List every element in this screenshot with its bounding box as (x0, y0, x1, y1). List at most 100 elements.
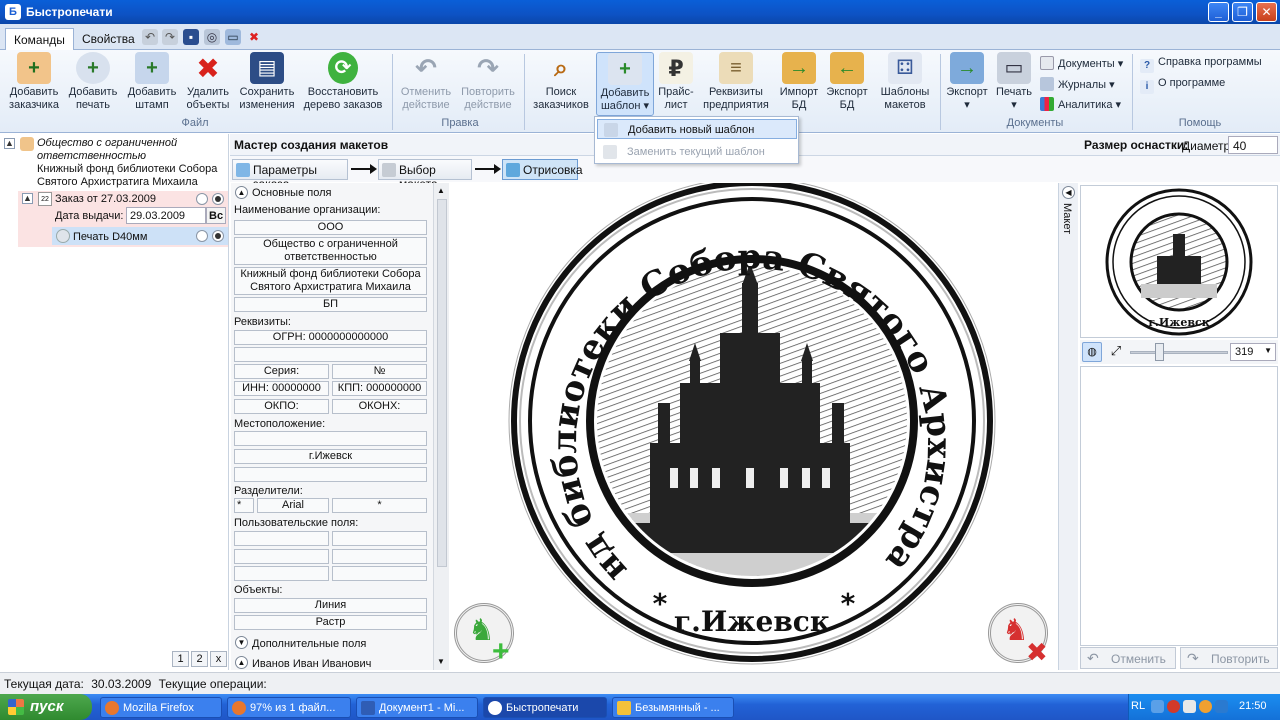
stamp-radio-on[interactable] (212, 230, 224, 242)
custom-field[interactable] (332, 566, 427, 581)
org-type-field[interactable]: ООО (234, 220, 427, 235)
search-customers-button[interactable]: ⌕ Поиск заказчиков (530, 52, 592, 112)
order-radio-off[interactable] (196, 193, 208, 205)
scroll-up-icon[interactable]: ▲ (437, 186, 445, 195)
tree-org[interactable]: Общество с ограниченной ответственностью (37, 137, 217, 163)
collapse-basic-icon[interactable]: ▲ (235, 186, 248, 199)
analytics-menu[interactable]: Аналитика ▾ (1040, 97, 1121, 111)
company-details-button[interactable]: ≡ Реквизиты предприятия (700, 52, 772, 112)
page-2-button[interactable]: 2 (191, 651, 208, 667)
fullscreen-icon[interactable]: ⤢ (1106, 342, 1126, 362)
weekday-button[interactable]: Вс (206, 207, 226, 224)
undo-button[interactable]: ↶ Отменить (1080, 647, 1176, 669)
export-db-button[interactable]: ← Экспорт БД (824, 52, 870, 112)
taskbar-item-firefox[interactable]: Mozilla Firefox (100, 697, 222, 718)
undo-action-button[interactable]: ↶ Отменить действие (396, 52, 456, 112)
update-icon[interactable] (1199, 700, 1212, 713)
custom-field[interactable] (332, 549, 427, 564)
stamp-radio-off[interactable] (196, 230, 208, 242)
fields-scrollbar[interactable]: ▲ ▼ (433, 183, 449, 670)
org-library-field[interactable]: Книжный фонд библиотеки Собора Святого А… (234, 267, 427, 295)
org-full-field[interactable]: Общество с ограниченной ответственностью (234, 237, 427, 265)
line-object-field[interactable]: Линия (234, 598, 427, 613)
collapse-toggle[interactable]: ▲ (22, 193, 33, 204)
font-field[interactable]: Arial (257, 498, 329, 513)
taskbar-item-download[interactable]: 97% из 1 файл... (227, 697, 351, 718)
redo-action-button[interactable]: ↷ Повторить действие (458, 52, 518, 112)
series-field[interactable]: Серия: (234, 364, 329, 379)
order-label[interactable]: Заказ от 27.03.2009 (55, 193, 156, 206)
step-choose-layout[interactable]: Выбор макета (378, 159, 472, 191)
custom-field[interactable] (234, 549, 329, 564)
price-list-button[interactable]: ₽ Прайс-лист (656, 52, 696, 112)
journals-menu[interactable]: Журналы ▾ (1040, 77, 1115, 91)
page-close-button[interactable]: x (210, 651, 227, 667)
step-drawing[interactable]: Отрисовка (502, 159, 583, 180)
undo-quick-icon[interactable]: ↶ (142, 29, 158, 45)
zoom-slider[interactable] (1130, 351, 1228, 354)
redo-quick-icon[interactable]: ↷ (162, 29, 178, 45)
collapse-person-icon[interactable]: ▲ (235, 656, 248, 669)
empty-field[interactable] (234, 347, 427, 362)
location-empty-field-2[interactable] (234, 467, 427, 482)
delete-objects-button[interactable]: ✖ Удалить объекты (182, 52, 234, 112)
start-button[interactable]: пуск (0, 694, 92, 720)
maximize-button[interactable]: ❐ (1232, 2, 1253, 22)
stamp-quick-icon[interactable]: ◎ (204, 29, 220, 45)
order-radio-on[interactable] (212, 193, 224, 205)
expand-extra-icon[interactable]: ▼ (235, 636, 248, 649)
kpp-field[interactable]: КПП: 000000000 (332, 381, 427, 396)
number-field[interactable]: № (332, 364, 427, 379)
inn-field[interactable]: ИНН: 00000000 (234, 381, 329, 396)
volume-icon[interactable] (1183, 700, 1196, 713)
shield-icon[interactable] (1167, 700, 1180, 713)
add-new-template-item[interactable]: Добавить новый шаблон (597, 119, 797, 139)
zoom-input[interactable]: 319 ▼ (1230, 343, 1276, 361)
scroll-thumb[interactable] (437, 199, 447, 567)
tab-properties[interactable]: Свойства (74, 28, 143, 50)
separator-left-field[interactable]: * (234, 498, 254, 513)
add-object-button[interactable]: ♞ + (454, 603, 520, 668)
tree-org-name[interactable]: Книжный фонд библиотеки Собора Святого А… (37, 163, 223, 189)
page-1-button[interactable]: 1 (172, 651, 189, 667)
diameter-input[interactable]: 40 (1228, 136, 1278, 154)
okpo-field[interactable]: ОКПО: (234, 399, 329, 414)
layout-side-tab[interactable]: ◀ Макет (1058, 183, 1078, 670)
location-empty-field[interactable] (234, 431, 427, 446)
export-button[interactable]: → Экспорт ▾ (944, 52, 990, 112)
stamp-label[interactable]: Печать D40мм (73, 231, 147, 244)
okonh-field[interactable]: ОКОНХ: (332, 399, 427, 414)
separator-right-field[interactable]: * (332, 498, 427, 513)
taskbar-item-app[interactable]: Быстропечати (483, 697, 607, 718)
custom-field[interactable] (234, 531, 329, 546)
scroll-down-icon[interactable]: ▼ (437, 657, 445, 666)
save-changes-button[interactable]: ▤ Сохранить изменения (236, 52, 298, 112)
tab-commands[interactable]: Команды (5, 28, 74, 50)
add-template-button[interactable]: + Добавить шаблон ▾ (596, 52, 654, 116)
step-order-params[interactable]: Параметры заказа (232, 159, 348, 191)
taskbar-item-paint[interactable]: Безымянный - ... (612, 697, 734, 718)
collapse-left-icon[interactable]: ◀ (1062, 186, 1075, 199)
about-button[interactable]: iО программе (1140, 77, 1225, 94)
add-rect-stamp-button[interactable]: + Добавить штамп (124, 52, 180, 112)
ogrn-field[interactable]: ОГРН: 0000000000000 (234, 330, 427, 345)
delete-quick-icon[interactable]: ✖ (246, 29, 262, 45)
remove-object-button[interactable]: ♞ ✖ (988, 603, 1054, 667)
org-short-field[interactable]: БП (234, 297, 427, 312)
raster-object-field[interactable]: Растр (234, 615, 427, 630)
save-quick-icon[interactable]: ▪ (183, 29, 199, 45)
design-canvas[interactable]: Книжный фонд библиотеки Собора Святого А… (431, 152, 1058, 670)
close-button[interactable]: ✕ (1256, 2, 1277, 22)
city-field[interactable]: г.Ижевск (234, 449, 427, 464)
network-icon[interactable] (1151, 700, 1164, 713)
help-button[interactable]: ? Справка программы (1140, 56, 1262, 73)
import-db-button[interactable]: → Импорт БД (776, 52, 822, 112)
language-indicator[interactable]: RL (1131, 700, 1145, 712)
redo-button[interactable]: ↷ Повторить (1180, 647, 1278, 669)
label-quick-icon[interactable]: ▭ (225, 29, 241, 45)
minimize-button[interactable]: _ (1208, 2, 1229, 22)
zoom-slider-thumb[interactable] (1155, 343, 1164, 361)
taskbar-item-word[interactable]: Документ1 - Mi... (356, 697, 478, 718)
fit-globe-icon[interactable]: ◍ (1082, 342, 1102, 362)
documents-menu[interactable]: Документы ▾ (1040, 56, 1123, 70)
